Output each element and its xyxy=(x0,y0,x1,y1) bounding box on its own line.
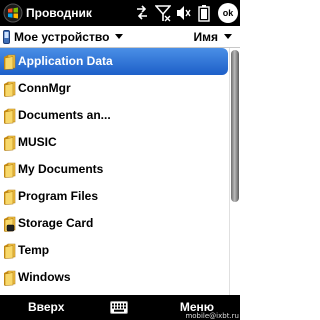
file-name: Application Data xyxy=(18,54,113,68)
chevron-down-icon xyxy=(115,34,124,39)
folder-icon xyxy=(4,108,16,124)
folder-icon xyxy=(4,270,16,286)
softkey-bar: Вверх Меню mobile@ixbt.ru xyxy=(0,295,240,320)
folder-icon xyxy=(4,81,16,97)
list-item[interactable]: Storage Card xyxy=(0,210,228,237)
battery-icon[interactable] xyxy=(196,3,212,23)
file-name: ConnMgr xyxy=(18,81,71,95)
location-dropdown[interactable]: Мое устройство xyxy=(3,28,124,45)
storage-card-folder-icon xyxy=(4,216,16,232)
file-name: Storage Card xyxy=(18,216,94,230)
list-item[interactable]: My Documents xyxy=(0,156,228,183)
list-item[interactable]: MUSIC xyxy=(0,129,228,156)
file-explorer-screen: Проводник ok Мое устройство Имя Applicat… xyxy=(0,0,241,320)
signal-off-icon[interactable] xyxy=(155,3,171,23)
list-item[interactable]: Temp xyxy=(0,237,228,264)
watermark-text: mobile@ixbt.ru xyxy=(185,312,239,320)
app-title: Проводник xyxy=(26,6,92,20)
list-item[interactable]: Program Files xyxy=(0,183,228,210)
file-name: MUSIC xyxy=(18,135,57,149)
chevron-down-icon xyxy=(224,34,232,39)
file-name: Program Files xyxy=(18,189,99,203)
folder-icon xyxy=(4,162,16,178)
windows-start-icon[interactable] xyxy=(3,3,23,23)
file-list: Application Data ConnMgr Documents an... xyxy=(0,48,228,295)
list-item[interactable]: Application Data xyxy=(0,48,228,75)
data-connection-icon[interactable] xyxy=(135,3,149,23)
folder-icon xyxy=(4,135,16,151)
file-name: Documents an... xyxy=(18,108,111,122)
file-name: My Documents xyxy=(18,162,104,176)
sort-label: Имя xyxy=(193,29,218,44)
location-label: Мое устройство xyxy=(14,29,110,44)
device-icon xyxy=(3,29,10,44)
file-name: Temp xyxy=(18,243,50,257)
scrollbar-thumb[interactable] xyxy=(231,50,239,202)
keyboard-icon[interactable] xyxy=(110,301,128,314)
list-item[interactable]: Documents an... xyxy=(0,102,228,129)
folder-icon xyxy=(4,243,16,259)
list-item[interactable]: Windows xyxy=(0,264,228,291)
folder-icon xyxy=(4,54,16,70)
ok-button[interactable]: ok xyxy=(218,3,238,23)
title-bar: Проводник ok xyxy=(0,0,240,26)
sort-dropdown[interactable]: Имя xyxy=(193,28,232,45)
list-item[interactable]: ConnMgr xyxy=(0,75,228,102)
location-bar: Мое устройство Имя xyxy=(0,26,240,48)
speaker-muted-icon[interactable] xyxy=(175,3,191,23)
vertical-scrollbar[interactable] xyxy=(229,48,241,295)
file-name: Windows xyxy=(18,270,71,284)
up-softkey[interactable]: Вверх xyxy=(28,300,64,314)
folder-icon xyxy=(4,189,16,205)
